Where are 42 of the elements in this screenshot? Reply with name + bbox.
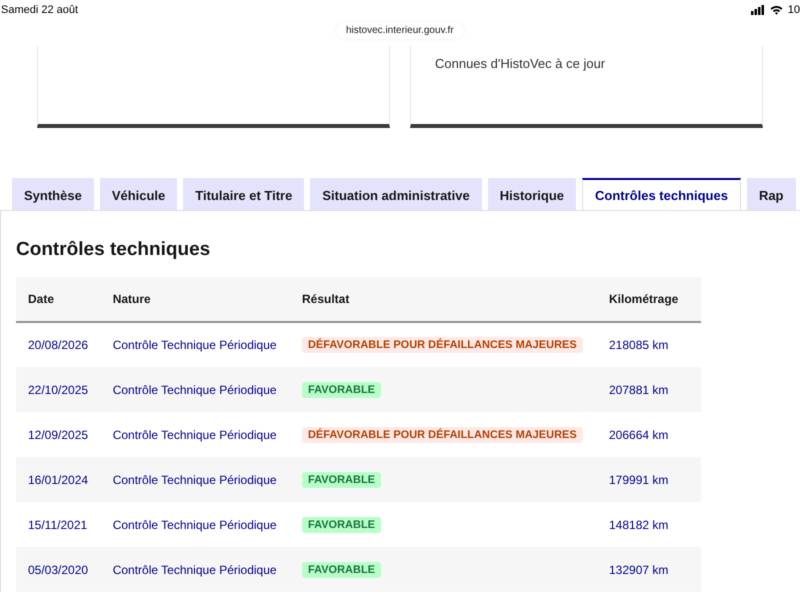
nature-cell: Contrôle Technique Périodique	[100, 412, 290, 457]
status-date: Samedi 22 août	[1, 4, 78, 16]
date-cell: 16/01/2024	[16, 457, 101, 502]
date-cell: 05/03/2020	[16, 547, 101, 592]
tab[interactable]: Synthèse	[12, 178, 94, 210]
tab[interactable]: Titulaire et Titre	[183, 178, 304, 210]
mileage-cell: 132907 km	[597, 547, 701, 592]
nature-cell: Contrôle Technique Périodique	[100, 502, 290, 547]
result-badge: FAVORABLE	[302, 516, 382, 532]
date-cell: 20/08/2026	[16, 322, 101, 367]
tab[interactable]: Contrôles techniques	[582, 178, 741, 210]
column-header: Kilométrage	[597, 277, 701, 322]
column-header: Date	[16, 277, 101, 322]
tab[interactable]: Historique	[488, 178, 576, 210]
nature-cell: Contrôle Technique Périodique	[100, 547, 290, 592]
result-badge: FAVORABLE	[302, 562, 382, 578]
tab[interactable]: Rap	[746, 178, 796, 210]
address-bar[interactable]: histovec.interieur.gouv.fr	[336, 22, 464, 39]
result-badge: DÉFAVORABLE POUR DÉFAILLANCES MAJEURES	[302, 426, 583, 442]
mileage-cell: 206664 km	[597, 412, 701, 457]
battery-percentage: 10	[788, 4, 800, 16]
tab[interactable]: Véhicule	[100, 178, 178, 210]
section-title: Contrôles techniques	[16, 239, 212, 261]
date-cell: 15/11/2021	[16, 502, 101, 547]
date-cell: 22/10/2025	[16, 367, 101, 412]
result-badge: FAVORABLE	[302, 382, 382, 398]
mileage-cell: 179991 km	[597, 457, 701, 502]
nature-cell: Contrôle Technique Périodique	[100, 322, 290, 367]
info-card: Connues d'HistoVec à ce jour	[410, 46, 763, 128]
signal-icon	[750, 5, 765, 15]
mileage-cell: 148182 km	[597, 502, 701, 547]
column-header: Résultat	[290, 277, 597, 322]
mileage-cell: 218085 km	[597, 322, 701, 367]
nature-cell: Contrôle Technique Périodique	[100, 367, 290, 412]
mileage-cell: 207881 km	[597, 367, 701, 412]
result-badge: FAVORABLE	[302, 472, 382, 488]
result-badge: DÉFAVORABLE POUR DÉFAILLANCES MAJEURES	[302, 337, 583, 353]
nature-cell: Contrôle Technique Périodique	[100, 457, 290, 502]
wifi-icon	[770, 5, 783, 15]
column-header: Nature	[100, 277, 290, 322]
date-cell: 12/09/2025	[16, 412, 101, 457]
tab[interactable]: Situation administrative	[310, 178, 482, 210]
